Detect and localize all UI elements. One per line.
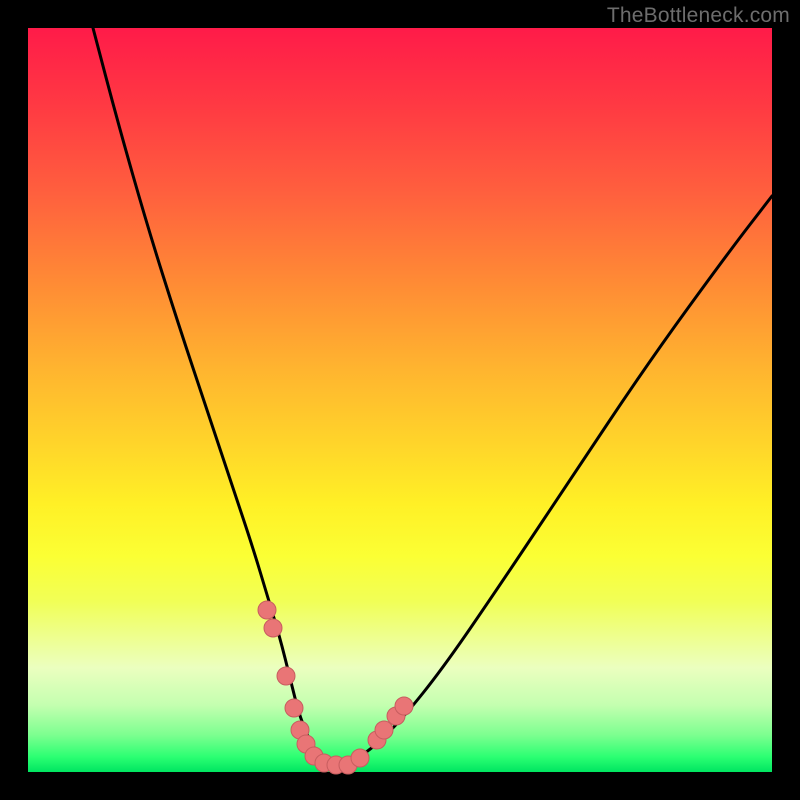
- data-point-marker: [264, 619, 282, 637]
- watermark-text: TheBottleneck.com: [607, 4, 790, 28]
- bottleneck-curve: [93, 28, 772, 764]
- data-point-marker: [285, 699, 303, 717]
- data-point-marker: [395, 697, 413, 715]
- data-point-marker: [351, 749, 369, 767]
- chart-frame: TheBottleneck.com: [0, 0, 800, 800]
- data-point-marker: [375, 721, 393, 739]
- curve-markers: [258, 601, 413, 774]
- plot-area: [28, 28, 772, 772]
- data-point-marker: [258, 601, 276, 619]
- data-point-marker: [277, 667, 295, 685]
- curve-svg: [28, 28, 772, 772]
